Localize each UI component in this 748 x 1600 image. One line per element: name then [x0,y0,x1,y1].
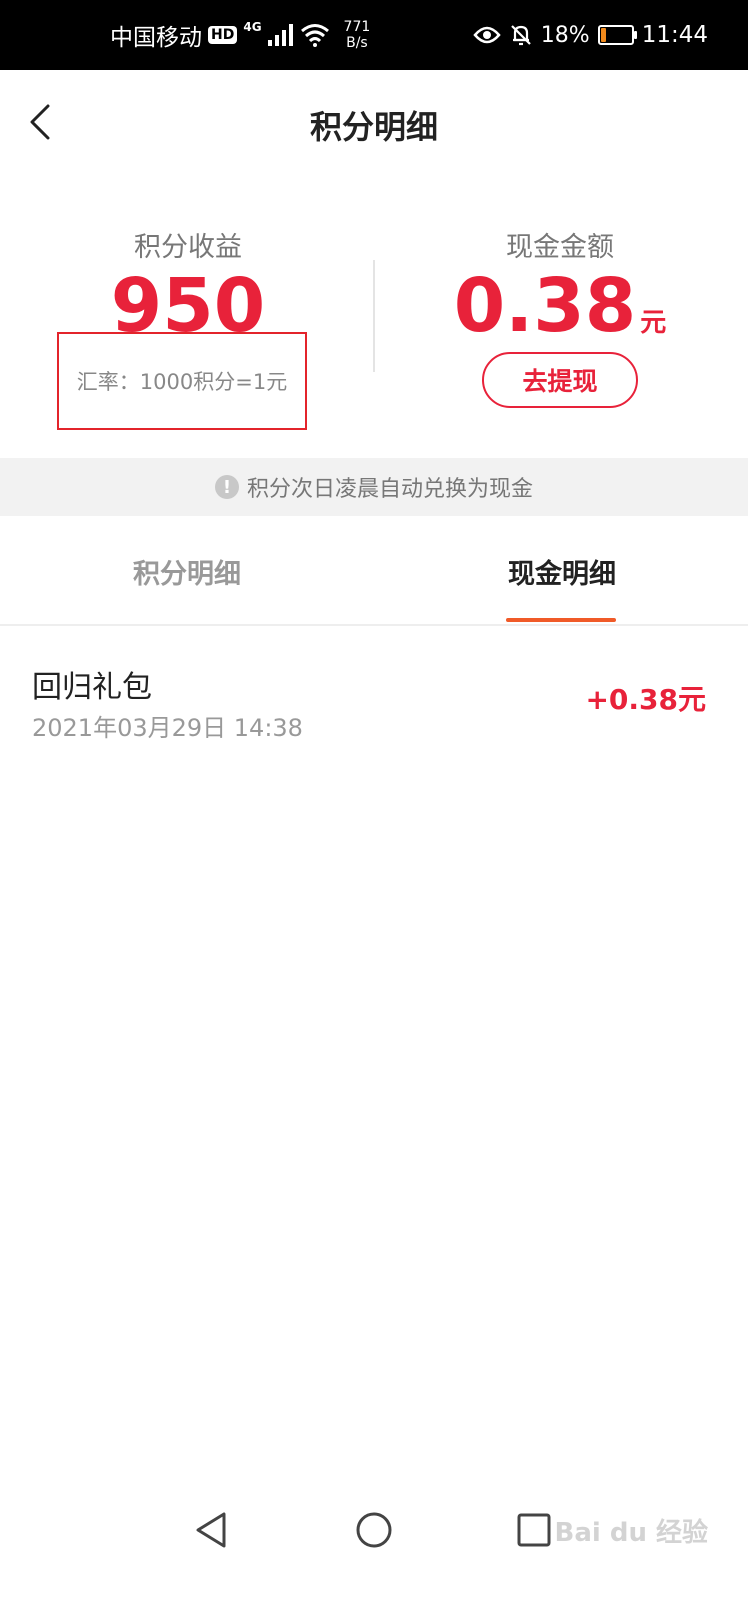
column-divider [373,260,375,372]
network-speed: 771 B/s [344,19,371,51]
status-bar: 中国移动 HD 4G 771 B/s 18% 11:44 [0,0,748,70]
header: 积分明细 [0,70,748,180]
withdraw-button[interactable]: 去提现 [482,352,638,408]
page-title: 积分明细 [309,108,438,146]
hd-badge: HD [208,26,238,44]
tab-cash-detail[interactable]: 现金明细 [462,518,662,624]
baidu-watermark: Bai du 经验 [554,1518,709,1548]
cash-value: 0.38 [453,263,637,349]
speed-value: 771 [343,19,371,35]
exchange-rate-highlight: 汇率：1000积分=1元 [57,332,307,430]
triangle-back-icon [196,1512,226,1548]
nav-back-button[interactable] [184,1500,244,1560]
nav-home-button[interactable] [344,1500,404,1560]
exchange-rate-text: 汇率：1000积分=1元 [76,370,288,394]
mute-bell-icon [511,25,531,46]
battery-fill [600,28,606,42]
record-amount: +0.38元 [585,683,706,716]
notice-text: 积分次日凌晨自动兑换为现金 [246,477,533,502]
points-column: 积分收益 950 [60,225,316,346]
circle-home-icon [356,1512,392,1548]
speed-unit: B/s [346,35,368,51]
list-item[interactable]: 回归礼包 2021年03月29日 14:38 +0.38元 [0,640,748,760]
battery-icon [597,25,637,45]
network-type: 4G [243,20,262,34]
cash-label: 现金金额 [506,232,614,263]
clock: 11:44 [641,22,708,48]
exclamation-icon: ! [214,475,239,499]
battery-percent: 18% [540,22,590,48]
points-label: 积分收益 [134,232,242,263]
cash-amount: 0.38 元 [430,266,690,363]
active-tab-indicator [506,618,616,622]
eye-icon [473,26,501,44]
notice-bar: ! 积分次日凌晨自动兑换为现金 [0,458,748,516]
system-nav-bar: Bai du 经验 [0,1460,748,1600]
earnings-summary: 积分收益 950 现金金额 0.38 元 汇率：1000积分=1元 去提现 [0,225,748,450]
status-left: 中国移动 HD 4G 771 B/s [110,0,370,70]
signal-icon [267,24,293,46]
record-title: 回归礼包 [32,670,152,705]
status-right: 18% 11:44 [473,0,708,70]
carrier-name: 中国移动 [110,25,202,51]
detail-tabs: 积分明细 现金明细 [0,518,748,626]
cash-column: 现金金额 0.38 元 [430,225,690,363]
record-time: 2021年03月29日 14:38 [32,714,303,742]
tab-points-detail[interactable]: 积分明细 [87,518,287,624]
cash-unit: 元 [640,308,667,338]
wifi-icon [300,24,329,47]
